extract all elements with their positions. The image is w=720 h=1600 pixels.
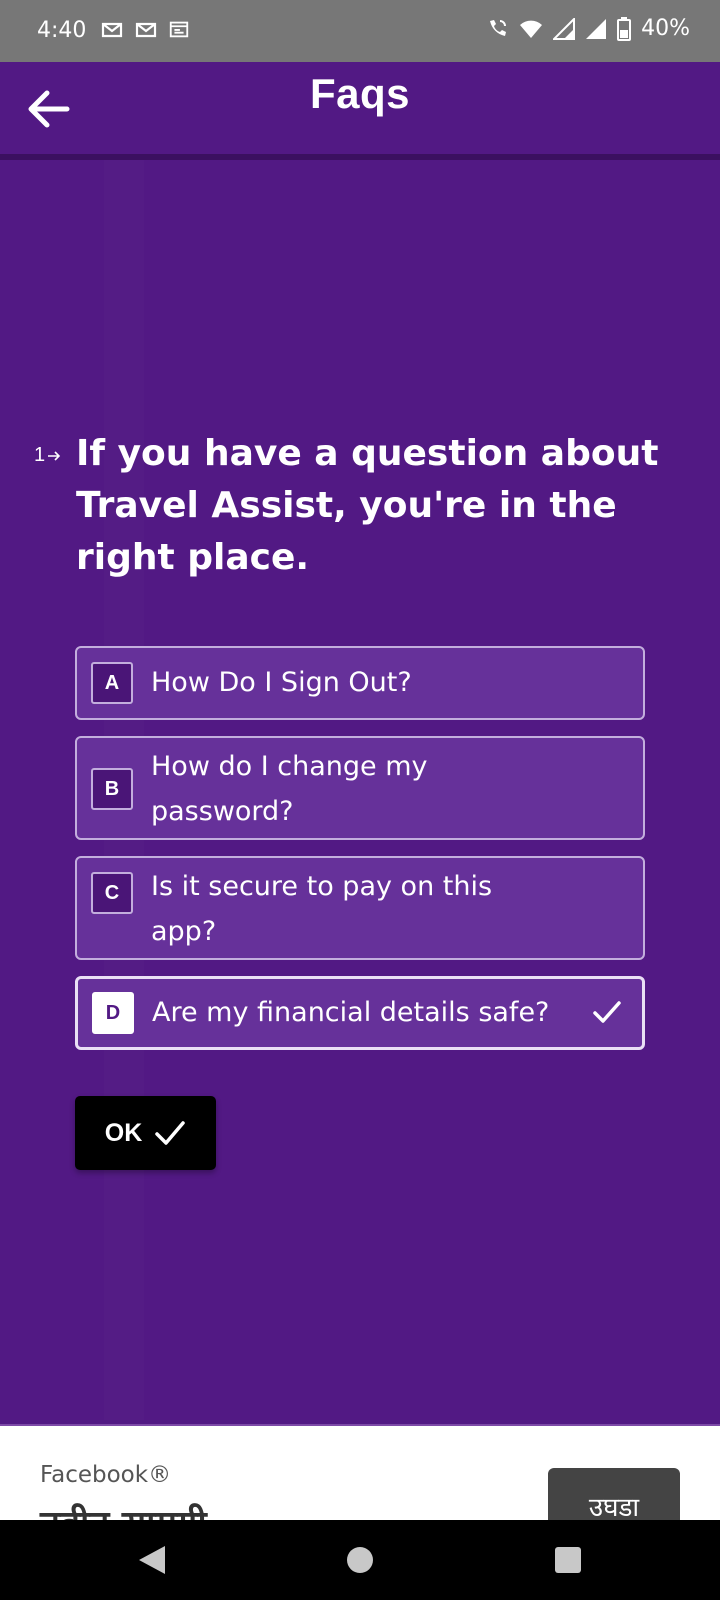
- question-text: If you have a question about Travel Assi…: [76, 433, 659, 578]
- option-key: C: [91, 872, 133, 914]
- signal-icon: [586, 18, 607, 39]
- check-icon: [593, 1001, 621, 1023]
- option-c[interactable]: C Is it secure to pay on this app?: [75, 856, 645, 960]
- option-b[interactable]: B How do I change my password?: [75, 736, 645, 840]
- question-number-text: 1: [34, 444, 46, 466]
- gmail-icon: [101, 22, 123, 38]
- status-bar: 4:40 40%: [0, 0, 720, 62]
- nav-home-button[interactable]: [340, 1540, 380, 1580]
- option-label: How Do I Sign Out?: [151, 667, 412, 698]
- system-icons: 40%: [485, 16, 690, 41]
- ok-button[interactable]: OK: [75, 1096, 216, 1170]
- ad-brand: Facebook®: [40, 1462, 172, 1488]
- triangle-back-icon: [139, 1546, 165, 1574]
- option-label: How do I change my password?: [151, 751, 428, 827]
- option-a[interactable]: A How Do I Sign Out?: [75, 646, 645, 720]
- nav-recents-button[interactable]: [548, 1540, 588, 1580]
- gmail-icon: [135, 22, 157, 38]
- options-list: A How Do I Sign Out? B How do I change m…: [75, 646, 645, 1066]
- square-recents-icon: [555, 1547, 581, 1573]
- calendar-icon: [169, 21, 189, 38]
- option-label: Are my financial details safe?: [152, 997, 550, 1028]
- signal-icon: [553, 17, 576, 40]
- ad-banner[interactable]: Facebook® नवीन सामग्री उघडा: [0, 1424, 720, 1522]
- option-d[interactable]: D Are my financial details safe?: [75, 976, 645, 1050]
- status-time: 4:40: [37, 18, 87, 43]
- circle-home-icon: [347, 1547, 373, 1573]
- app-bar: Faqs: [0, 62, 720, 160]
- wifi-icon: [520, 20, 543, 38]
- check-icon: [155, 1121, 185, 1145]
- ad-headline: नवीन सामग्री: [40, 1498, 207, 1522]
- page-title: Faqs: [309, 70, 411, 117]
- arrow-right-icon: [48, 450, 61, 461]
- navigation-bar: [0, 1520, 720, 1600]
- ok-label: OK: [104, 1118, 143, 1147]
- nav-back-button[interactable]: [132, 1540, 172, 1580]
- option-key: A: [91, 662, 133, 704]
- battery-icon: [617, 16, 632, 41]
- option-key: D: [92, 992, 134, 1034]
- question-number: 1: [34, 444, 61, 467]
- wifi-calling-icon: [490, 19, 507, 36]
- ad-open-button[interactable]: उघडा: [548, 1468, 680, 1522]
- battery-percent: 40%: [641, 16, 690, 41]
- option-key: B: [91, 768, 133, 810]
- option-label: Is it secure to pay on this app?: [151, 871, 493, 947]
- notification-icons: [100, 18, 190, 42]
